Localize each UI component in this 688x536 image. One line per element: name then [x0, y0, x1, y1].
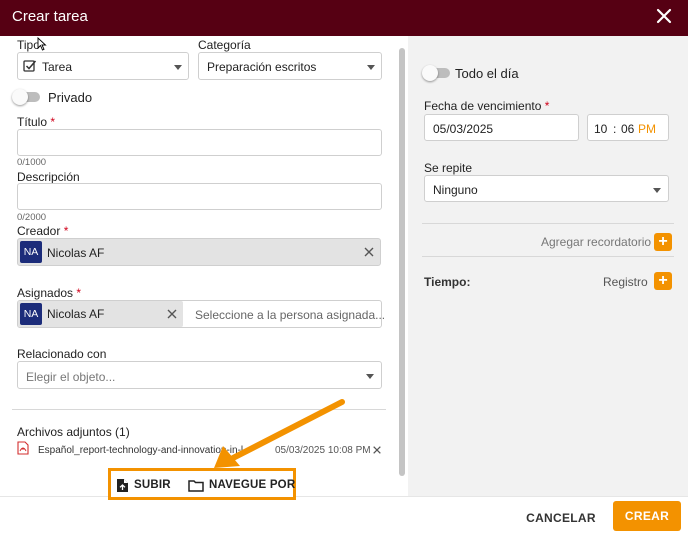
avatar: NA [20, 241, 42, 263]
asignado-chip: NA Nicolas AF [18, 301, 183, 327]
required-mark: * [63, 224, 69, 238]
folder-icon[interactable] [188, 480, 204, 492]
fecha-input[interactable]: 05/03/2025 [424, 114, 579, 141]
todo-el-dia-label: Todo el día [455, 66, 519, 81]
tiempo-label: Tiempo: [424, 275, 471, 289]
chevron-down-icon [367, 65, 375, 70]
relacionado-select[interactable]: Elegir el objeto... [17, 361, 382, 389]
categoria-value: Preparación escritos [207, 60, 317, 74]
titulo-label-text: Título [17, 115, 48, 129]
time-input[interactable]: 10 : 06 PM [587, 114, 669, 141]
titulo-label: Título * [17, 115, 55, 129]
pdf-icon [17, 441, 29, 455]
attachment-file-name[interactable]: Español_report-technology-and-innovation… [38, 445, 266, 456]
checkbox-task-icon [23, 60, 37, 72]
file-upload-icon[interactable] [117, 479, 128, 492]
form-left-panel: Tipo Tarea Categoría Preparación escrito… [0, 36, 408, 496]
creador-label-text: Creador [17, 224, 61, 238]
upload-actions-highlight: SUBIR NAVEGUE POR [108, 468, 296, 500]
create-button[interactable]: CREAR [613, 501, 681, 531]
asignados-label: Asignados * [17, 286, 81, 300]
divider [12, 409, 386, 410]
cancel-button[interactable]: CANCELAR [518, 507, 604, 529]
chevron-down-icon [174, 65, 182, 70]
agregar-recordatorio-label[interactable]: Agregar recordatorio [541, 235, 651, 249]
privado-label: Privado [48, 90, 93, 105]
todo-el-dia-toggle[interactable] [422, 65, 450, 81]
descripcion-counter: 0/2000 [17, 212, 47, 223]
attachments-header: Archivos adjuntos (1) [17, 425, 130, 439]
asignados-placeholder: Seleccione a la persona asignada... [195, 308, 386, 322]
form-right-panel: Todo el día Fecha de vencimiento * 05/03… [408, 36, 688, 496]
creador-name: Nicolas AF [47, 246, 105, 260]
creador-label: Creador * [17, 224, 68, 238]
asignados-field[interactable]: NA Nicolas AF Seleccione a la persona as… [17, 300, 386, 328]
time-separator: : [613, 122, 617, 136]
browse-button[interactable]: NAVEGUE POR [209, 479, 295, 491]
fecha-value: 05/03/2025 [433, 122, 494, 136]
upload-button[interactable]: SUBIR [134, 479, 171, 491]
close-icon[interactable] [654, 6, 674, 26]
attachment-date: 05/03/2025 10:08 PM [275, 445, 371, 456]
dialog-titlebar: Crear tarea [0, 0, 688, 36]
time-ampm[interactable]: PM [638, 122, 656, 136]
mouse-cursor-icon [37, 37, 47, 51]
tipo-value: Tarea [42, 60, 73, 74]
chevron-down-icon [366, 374, 374, 379]
creador-chip: NA Nicolas AF [17, 238, 381, 266]
chevron-down-icon [653, 188, 661, 193]
descripcion-label: Descripción [17, 170, 80, 184]
se-repite-select[interactable]: Ninguno [424, 175, 669, 202]
add-registro-button[interactable]: + [654, 272, 672, 290]
asignados-label-text: Asignados [17, 286, 74, 300]
registro-label[interactable]: Registro [603, 275, 648, 289]
fecha-label: Fecha de vencimiento * [424, 99, 549, 113]
add-recordatorio-button[interactable]: + [654, 233, 672, 251]
fecha-label-text: Fecha de vencimiento [424, 99, 542, 113]
asignado-name: Nicolas AF [47, 307, 105, 321]
scrollbar[interactable] [399, 48, 405, 476]
dialog-title: Crear tarea [12, 8, 88, 25]
required-mark: * [544, 99, 550, 113]
time-hour[interactable]: 10 [594, 122, 607, 136]
required-mark: * [50, 115, 56, 129]
remove-creador-icon[interactable] [363, 246, 375, 258]
required-mark: * [76, 286, 82, 300]
se-repite-value: Ninguno [433, 183, 478, 197]
toggle-knob [12, 89, 28, 105]
se-repite-label: Se repite [424, 161, 473, 175]
remove-asignado-icon[interactable] [166, 308, 178, 320]
time-minute[interactable]: 06 [621, 122, 634, 136]
relacionado-placeholder: Elegir el objeto... [26, 370, 116, 384]
divider [422, 223, 674, 224]
avatar: NA [20, 303, 42, 325]
categoria-label: Categoría [198, 38, 251, 52]
privado-toggle[interactable] [12, 89, 40, 105]
descripcion-input[interactable] [17, 183, 382, 210]
tipo-select[interactable]: Tarea [17, 52, 189, 80]
titulo-input[interactable] [17, 129, 382, 156]
titulo-counter: 0/1000 [17, 157, 47, 168]
divider [422, 256, 674, 257]
dialog-footer: CANCELAR CREAR [0, 496, 688, 536]
remove-attachment-icon[interactable] [372, 445, 382, 455]
relacionado-label: Relacionado con [17, 347, 107, 361]
toggle-knob [422, 65, 438, 81]
categoria-select[interactable]: Preparación escritos [198, 52, 382, 80]
